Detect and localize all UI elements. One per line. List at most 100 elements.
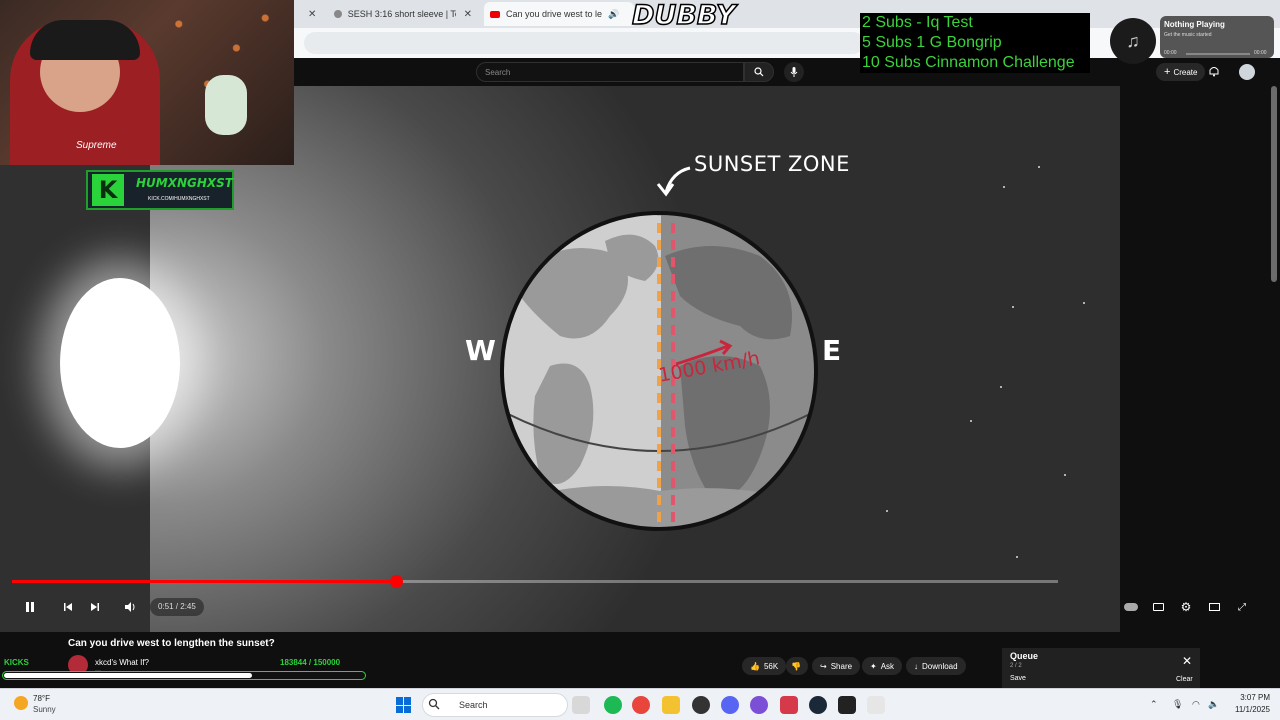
share-button[interactable]: ↪ Share bbox=[812, 657, 861, 675]
weather-condition[interactable]: Sunny bbox=[33, 705, 56, 714]
terminal-icon[interactable] bbox=[838, 696, 856, 714]
spotify-icon[interactable] bbox=[604, 696, 622, 714]
star bbox=[1083, 302, 1085, 304]
skip-previous-icon bbox=[64, 603, 72, 611]
microphone-icon[interactable]: 🎙 bbox=[1172, 699, 1183, 709]
now-playing-widget: ♫ Nothing Playing Get the music started … bbox=[1110, 16, 1280, 66]
ask-button[interactable]: ✦ Ask bbox=[862, 657, 903, 675]
sub-goal: 10 Subs Cinnamon Challenge bbox=[862, 54, 1075, 71]
now-playing-subtitle: Get the music started bbox=[1164, 32, 1212, 38]
address-field[interactable] bbox=[304, 32, 864, 54]
fullscreen-icon: ⤢ bbox=[1238, 601, 1246, 613]
download-button[interactable]: ↓ Download bbox=[906, 657, 966, 675]
youtube-favicon-icon bbox=[490, 10, 500, 18]
like-button[interactable]: 👍 56K bbox=[742, 657, 787, 675]
dislike-button[interactable]: 👎 bbox=[786, 657, 808, 675]
streamer-name: HUMXNGHXST bbox=[136, 176, 233, 190]
folder-icon[interactable] bbox=[662, 696, 680, 714]
fullscreen-button[interactable]: ⤢ bbox=[1231, 596, 1253, 618]
sub-goals-panel: 2 Subs - Iq Test 5 Subs 1 G Bongrip 10 S… bbox=[860, 13, 1090, 73]
previous-button[interactable] bbox=[57, 596, 79, 618]
close-tab-icon[interactable]: ✕ bbox=[308, 9, 316, 20]
kick-goal-bar: KICKS 183844 / 150000 bbox=[0, 654, 370, 684]
app-icon[interactable] bbox=[780, 696, 798, 714]
queue-position: 2 / 2 bbox=[1010, 663, 1022, 669]
close-icon[interactable]: ✕ bbox=[1182, 654, 1192, 668]
pause-button[interactable] bbox=[19, 596, 41, 618]
queue-panel: Queue 2 / 2 ✕ Save Clear bbox=[1002, 648, 1200, 688]
plush-toy bbox=[205, 75, 247, 135]
pause-icon bbox=[26, 602, 34, 612]
captions-button[interactable] bbox=[1147, 596, 1169, 618]
webcam-overlay: Supreme bbox=[0, 0, 294, 165]
time-display: 0:51 / 2:45 bbox=[150, 598, 204, 616]
seek-bar[interactable] bbox=[12, 575, 1058, 588]
chevron-up-icon[interactable]: ⌃ bbox=[1150, 699, 1160, 709]
tab-video[interactable]: Can you drive west to lengthen the sunse… bbox=[484, 2, 634, 26]
sub-goal: 5 Subs 1 G Bongrip bbox=[862, 34, 1002, 51]
download-icon: ↓ bbox=[914, 661, 918, 671]
now-playing-duration: 00:00 bbox=[1254, 50, 1267, 56]
share-icon: ↪ bbox=[820, 661, 827, 671]
tab-previous[interactable]: ✕ bbox=[294, 2, 318, 26]
create-label: Create bbox=[1173, 67, 1198, 77]
miniplayer-button[interactable] bbox=[1203, 596, 1225, 618]
file-explorer-icon[interactable] bbox=[572, 696, 590, 714]
search-input[interactable]: Search bbox=[476, 62, 744, 82]
sub-goal: 2 Subs - Iq Test bbox=[862, 14, 973, 31]
dubby-sponsor-text: DUBBY bbox=[631, 0, 736, 32]
close-tab-icon[interactable]: ✕ bbox=[464, 9, 472, 20]
taskbar-search[interactable]: Search bbox=[422, 693, 568, 717]
windows-taskbar: 78°F Sunny Search ⌃ 🎙 ◠ 🔈 3:07 PM 11/1/2… bbox=[0, 688, 1280, 720]
kick-goal-count: 183844 / 150000 bbox=[280, 658, 341, 667]
thumbs-up-icon: 👍 bbox=[750, 661, 760, 671]
star bbox=[1016, 556, 1018, 558]
kick-goal-fill bbox=[4, 673, 253, 678]
sparkle-icon: ✦ bbox=[870, 661, 877, 671]
next-button[interactable] bbox=[84, 596, 106, 618]
bell-icon bbox=[1209, 67, 1219, 77]
streamer-badge: K HUMXNGHXST KICK.COM/HUMXNGHXST bbox=[86, 170, 234, 210]
discord-icon[interactable] bbox=[721, 696, 739, 714]
queue-save-button[interactable]: Save bbox=[1010, 675, 1026, 682]
voice-search-button[interactable] bbox=[784, 62, 804, 82]
page-scrollbar[interactable] bbox=[1271, 86, 1277, 282]
sun-shape bbox=[60, 278, 180, 448]
steam-icon[interactable] bbox=[809, 696, 827, 714]
tab-label: Can you drive west to lengthen the sunse… bbox=[506, 9, 602, 19]
speaker-icon[interactable]: 🔈 bbox=[1208, 699, 1219, 709]
tab-sesh[interactable]: SESH 3:16 short sleeve | TeamSESH ✕ bbox=[328, 2, 478, 26]
weather-sun-icon[interactable] bbox=[14, 696, 28, 710]
ask-label: Ask bbox=[880, 661, 895, 671]
notifications-button[interactable] bbox=[1208, 64, 1224, 80]
volume-button[interactable] bbox=[119, 596, 141, 618]
obs-icon[interactable] bbox=[692, 696, 710, 714]
autoplay-toggle[interactable] bbox=[1120, 596, 1142, 618]
wifi-icon[interactable]: ◠ bbox=[1192, 699, 1202, 709]
tab-label: SESH 3:16 short sleeve | TeamSESH bbox=[347, 9, 456, 19]
kick-goal-label: KICKS bbox=[4, 658, 29, 667]
app-icon[interactable] bbox=[750, 696, 768, 714]
chrome-icon[interactable] bbox=[632, 696, 650, 714]
snipping-tool-icon[interactable] bbox=[867, 696, 885, 714]
toggle-icon bbox=[1124, 603, 1138, 611]
start-button[interactable] bbox=[396, 697, 412, 713]
account-avatar[interactable] bbox=[1239, 64, 1255, 80]
speaker-icon[interactable]: 🔊 bbox=[608, 9, 619, 20]
queue-clear-button[interactable]: Clear bbox=[1176, 676, 1193, 683]
star bbox=[1000, 386, 1002, 388]
seek-bar-played bbox=[12, 580, 396, 583]
seek-handle[interactable] bbox=[389, 575, 403, 588]
video-player[interactable]: SUNSET ZONE W E 1000 km/h bbox=[0, 86, 1120, 632]
weather-temperature[interactable]: 78°F bbox=[33, 694, 50, 703]
download-label: Download bbox=[922, 661, 958, 671]
search-icon bbox=[754, 67, 764, 77]
clock-time[interactable]: 3:07 PM bbox=[1228, 693, 1270, 702]
search-button[interactable] bbox=[744, 62, 774, 82]
kick-logo-icon: K bbox=[92, 174, 124, 206]
clock-date[interactable]: 11/1/2025 bbox=[1222, 705, 1270, 714]
settings-button[interactable]: ⚙ bbox=[1175, 596, 1197, 618]
skip-next-icon bbox=[91, 603, 99, 611]
tab-favicon-icon bbox=[334, 10, 342, 18]
volume-icon bbox=[125, 602, 135, 612]
